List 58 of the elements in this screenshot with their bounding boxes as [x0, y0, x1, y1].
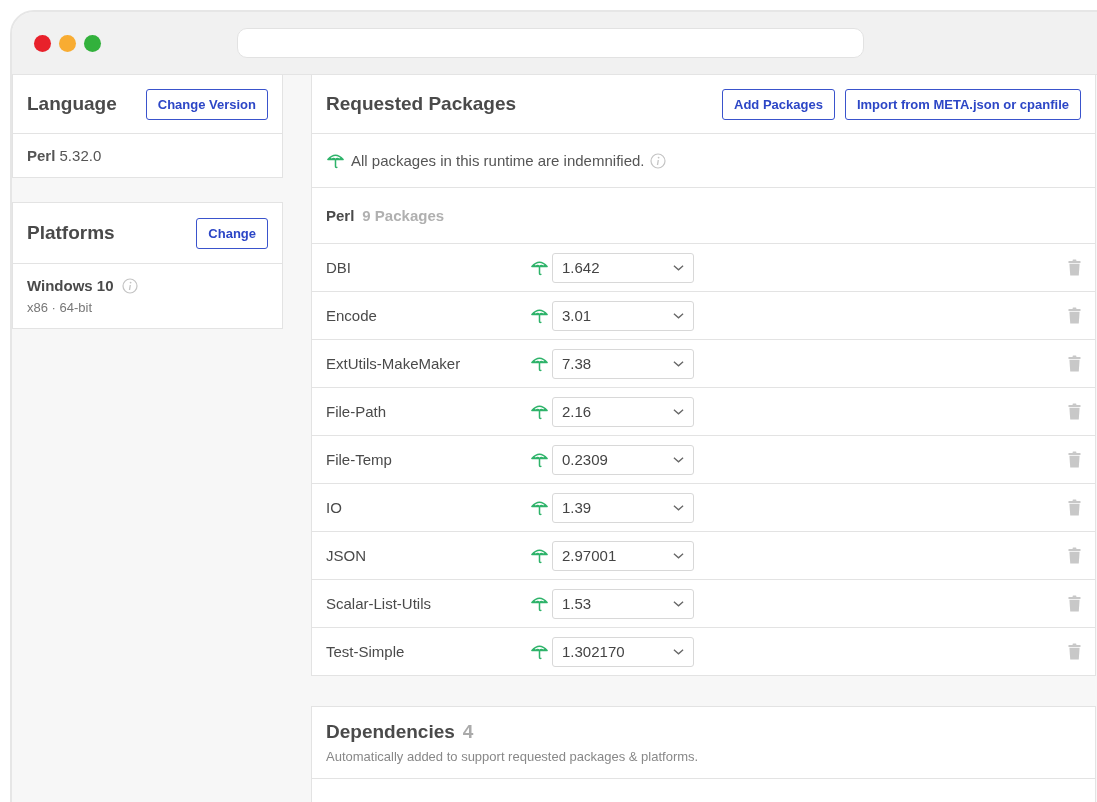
version-select[interactable]: 0.2309 — [552, 444, 694, 475]
change-button[interactable]: Change — [196, 217, 268, 249]
chevron-icon — [673, 647, 684, 656]
group-name: Perl — [326, 207, 355, 224]
trash-icon[interactable] — [1068, 451, 1081, 468]
platform-architecture: x86 · 64-bit — [27, 300, 94, 315]
trash-icon[interactable] — [1068, 403, 1081, 420]
address-bar[interactable] — [237, 28, 864, 58]
close-button[interactable] — [34, 34, 51, 52]
version-select[interactable]: 1.302170 — [552, 636, 694, 667]
package-name: JSON — [326, 547, 367, 564]
dependency-count: 4 — [462, 721, 474, 743]
chevron-icon — [673, 263, 684, 272]
trash-icon[interactable] — [1068, 595, 1081, 612]
trash-icon[interactable] — [1068, 643, 1081, 660]
trash-icon[interactable] — [1068, 307, 1081, 324]
language-value: Perl 5.32.0 — [27, 147, 103, 164]
header-button[interactable]: Import from META.json or cpanfile — [844, 88, 1081, 120]
change-version-button[interactable]: Change Version — [145, 88, 268, 120]
chevron-icon — [673, 503, 684, 512]
package-name: DBI — [326, 259, 352, 276]
info-icon[interactable] — [650, 152, 667, 169]
card-subtitle: Automatically added to support requested packages & platforms. — [326, 749, 700, 764]
package-name: Encode — [326, 307, 378, 324]
platform-name: Windows 10 — [27, 277, 114, 294]
card-title: Dependencies — [326, 721, 455, 743]
package-name: ExtUtils-MakeMaker — [326, 355, 462, 372]
trash-icon[interactable] — [1068, 355, 1081, 372]
package-name: IO — [326, 499, 343, 516]
package-name: Scalar-List-Utils — [326, 595, 432, 612]
chevron-icon — [673, 599, 684, 608]
package-name: File-Temp — [326, 451, 393, 468]
trash-icon[interactable] — [1068, 547, 1081, 564]
chevron-icon — [673, 551, 684, 560]
minimize-button[interactable] — [59, 34, 76, 52]
package-name: Test-Simple — [326, 643, 406, 660]
package-count: 9 Packages — [362, 207, 445, 224]
chevron-icon — [673, 311, 684, 320]
version-select[interactable]: 3.01 — [552, 300, 694, 331]
version-select[interactable]: 7.38 — [552, 348, 694, 379]
card-title: Language — [27, 93, 117, 115]
indemnified-notice: All packages in this runtime are indemnified. — [351, 152, 645, 169]
chevron-icon — [673, 455, 684, 464]
trash-icon[interactable] — [1068, 499, 1081, 516]
version-select[interactable]: 2.97001 — [552, 540, 694, 571]
version-select[interactable]: 1.642 — [552, 252, 694, 283]
card-title: Requested Packages — [326, 93, 517, 115]
maximize-button[interactable] — [84, 34, 101, 52]
version-select[interactable]: 2.16 — [552, 396, 694, 427]
package-name: File-Path — [326, 403, 388, 420]
version-select[interactable]: 1.39 — [552, 492, 694, 523]
chevron-icon — [673, 359, 684, 368]
trash-icon[interactable] — [1068, 259, 1081, 276]
chevron-icon — [673, 407, 684, 416]
header-button[interactable]: Add Packages — [722, 88, 835, 120]
card-title: Platforms — [27, 222, 115, 244]
info-icon[interactable] — [121, 277, 138, 294]
version-select[interactable]: 1.53 — [552, 588, 694, 619]
